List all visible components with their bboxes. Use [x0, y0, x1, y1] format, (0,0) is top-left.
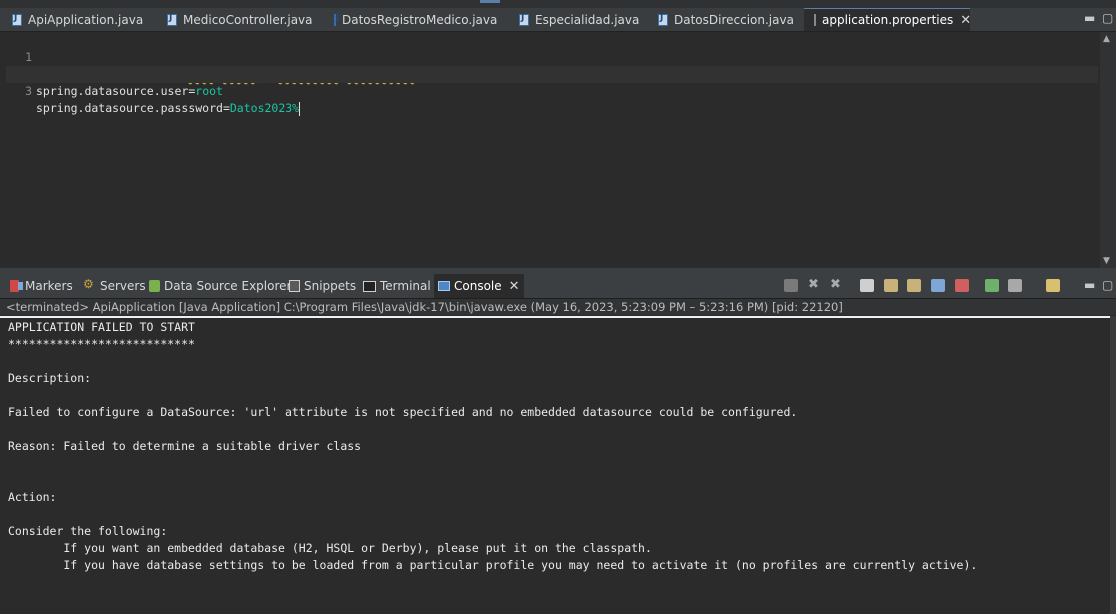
code-line[interactable]: 1 spring.datasource.url=jdbc:mysql://loc… [6, 32, 1098, 81]
console-line: *************************** [8, 337, 195, 351]
properties-editor[interactable]: 1 spring.datasource.url=jdbc:mysql://loc… [6, 32, 1098, 268]
clear-console-icon[interactable] [860, 279, 874, 292]
tab-label: Data Source Explorer [164, 279, 292, 293]
editor-tab-bar: ApiApplication.java MedicoController.jav… [0, 0, 1116, 32]
tab-terminal[interactable]: Terminal [363, 274, 431, 298]
property-key: spring.datasource.user [36, 84, 189, 98]
java-file-icon [334, 13, 339, 26]
tab-snippets[interactable]: Snippets [289, 274, 356, 298]
tab-label: Servers [100, 279, 146, 293]
remove-all-icon[interactable]: ✖ [830, 277, 844, 292]
java-file-icon [519, 13, 529, 26]
tab-label: Console [454, 279, 502, 293]
console-line: Failed to configure a DataSource: 'url' … [8, 405, 798, 419]
property-key: spring.datasource.passsword [36, 101, 223, 115]
tab-label: application.properties [822, 13, 954, 27]
equals-sign: = [222, 101, 230, 115]
tab-datos-registro-medico[interactable]: DatosRegistroMedico.java [324, 8, 498, 31]
console-line: Action: [8, 490, 57, 504]
tab-application-properties[interactable]: application.properties ✕ [804, 8, 971, 31]
maximize-icon[interactable]: ▢ [1102, 11, 1113, 25]
terminate-icon[interactable] [784, 279, 798, 292]
properties-file-icon [814, 14, 816, 26]
java-file-icon [658, 13, 668, 26]
views-tab-bar: Markers Servers Data Source Explorer Sni… [0, 274, 1116, 299]
tab-label: Snippets [304, 279, 357, 293]
console-line: If you want an embedded database (H2, HS… [8, 541, 652, 555]
tab-data-source-explorer[interactable]: Data Source Explorer [149, 274, 291, 298]
property-value: Datos2023% [229, 101, 300, 115]
tab-especialidad[interactable]: Especialidad.java [509, 8, 645, 31]
tab-label: Especialidad.java [535, 12, 640, 27]
tab-label: Terminal [380, 279, 431, 293]
tab-label: DatosRegistroMedico.java [342, 12, 498, 27]
tab-datos-direccion[interactable]: DatosDireccion.java [648, 8, 798, 31]
console-process-status: <terminated> ApiApplication [Java Applic… [0, 299, 1116, 315]
java-file-icon [167, 13, 177, 26]
minimize-icon[interactable]: ▬ [1084, 11, 1095, 25]
minimize-icon[interactable]: ▬ [1084, 278, 1095, 292]
show-stdout-icon[interactable] [931, 279, 945, 292]
scroll-lock-icon[interactable] [884, 279, 898, 292]
tab-label: Markers [25, 279, 73, 293]
maximize-icon[interactable]: ▢ [1102, 278, 1113, 292]
code-line[interactable]: 2 spring.datasource.user=root [6, 49, 1098, 98]
show-stderr-icon[interactable] [955, 279, 969, 292]
markers-icon [10, 280, 23, 292]
text-caret [299, 101, 301, 116]
new-console-icon[interactable] [1046, 279, 1060, 292]
tab-label: ApiApplication.java [28, 12, 144, 27]
tab-markers[interactable]: Markers [8, 274, 73, 298]
terminal-icon [363, 280, 376, 292]
tab-label: MedicoController.java [183, 12, 313, 27]
remove-launch-icon[interactable]: ✖ [808, 277, 822, 292]
drag-handle[interactable] [480, 0, 500, 3]
scroll-down-icon[interactable]: ▼ [1103, 256, 1110, 266]
word-wrap-icon[interactable] [907, 279, 921, 292]
database-icon [149, 280, 160, 292]
snippets-icon [289, 280, 300, 292]
tab-medico-controller[interactable]: MedicoController.java [157, 8, 323, 31]
window-top-strip [0, 0, 1116, 8]
scroll-up-icon[interactable]: ▲ [1103, 34, 1110, 44]
console-scrollbar[interactable] [1110, 316, 1116, 614]
console-output[interactable]: APPLICATION FAILED TO START ************… [0, 316, 1116, 614]
pin-console-icon[interactable] [985, 279, 999, 292]
console-line: Description: [8, 371, 92, 385]
display-console-icon[interactable] [1008, 279, 1022, 292]
console-icon [438, 281, 450, 291]
tab-console[interactable]: Console ✕ [434, 274, 524, 298]
tab-servers[interactable]: Servers [83, 274, 146, 298]
console-line: Reason: Failed to determine a suitable d… [8, 439, 362, 453]
line-number: 3 [25, 84, 32, 98]
close-icon[interactable]: ✕ [509, 279, 520, 294]
console-line: APPLICATION FAILED TO START [8, 320, 195, 334]
java-file-icon [12, 13, 22, 26]
console-line: Consider the following: [8, 524, 168, 538]
tab-api-application[interactable]: ApiApplication.java [2, 8, 152, 31]
tab-label: DatosDireccion.java [674, 12, 794, 27]
console-line: If you have database settings to be load… [8, 558, 978, 572]
close-icon[interactable]: ✕ [960, 13, 971, 28]
code-line-current[interactable]: 3 spring.datasource.passsword=Datos2023% [6, 66, 1098, 116]
property-value: root [195, 84, 223, 98]
servers-icon [83, 277, 96, 292]
editor-vertical-scrollbar[interactable]: ▲ ▼ [1100, 32, 1116, 268]
